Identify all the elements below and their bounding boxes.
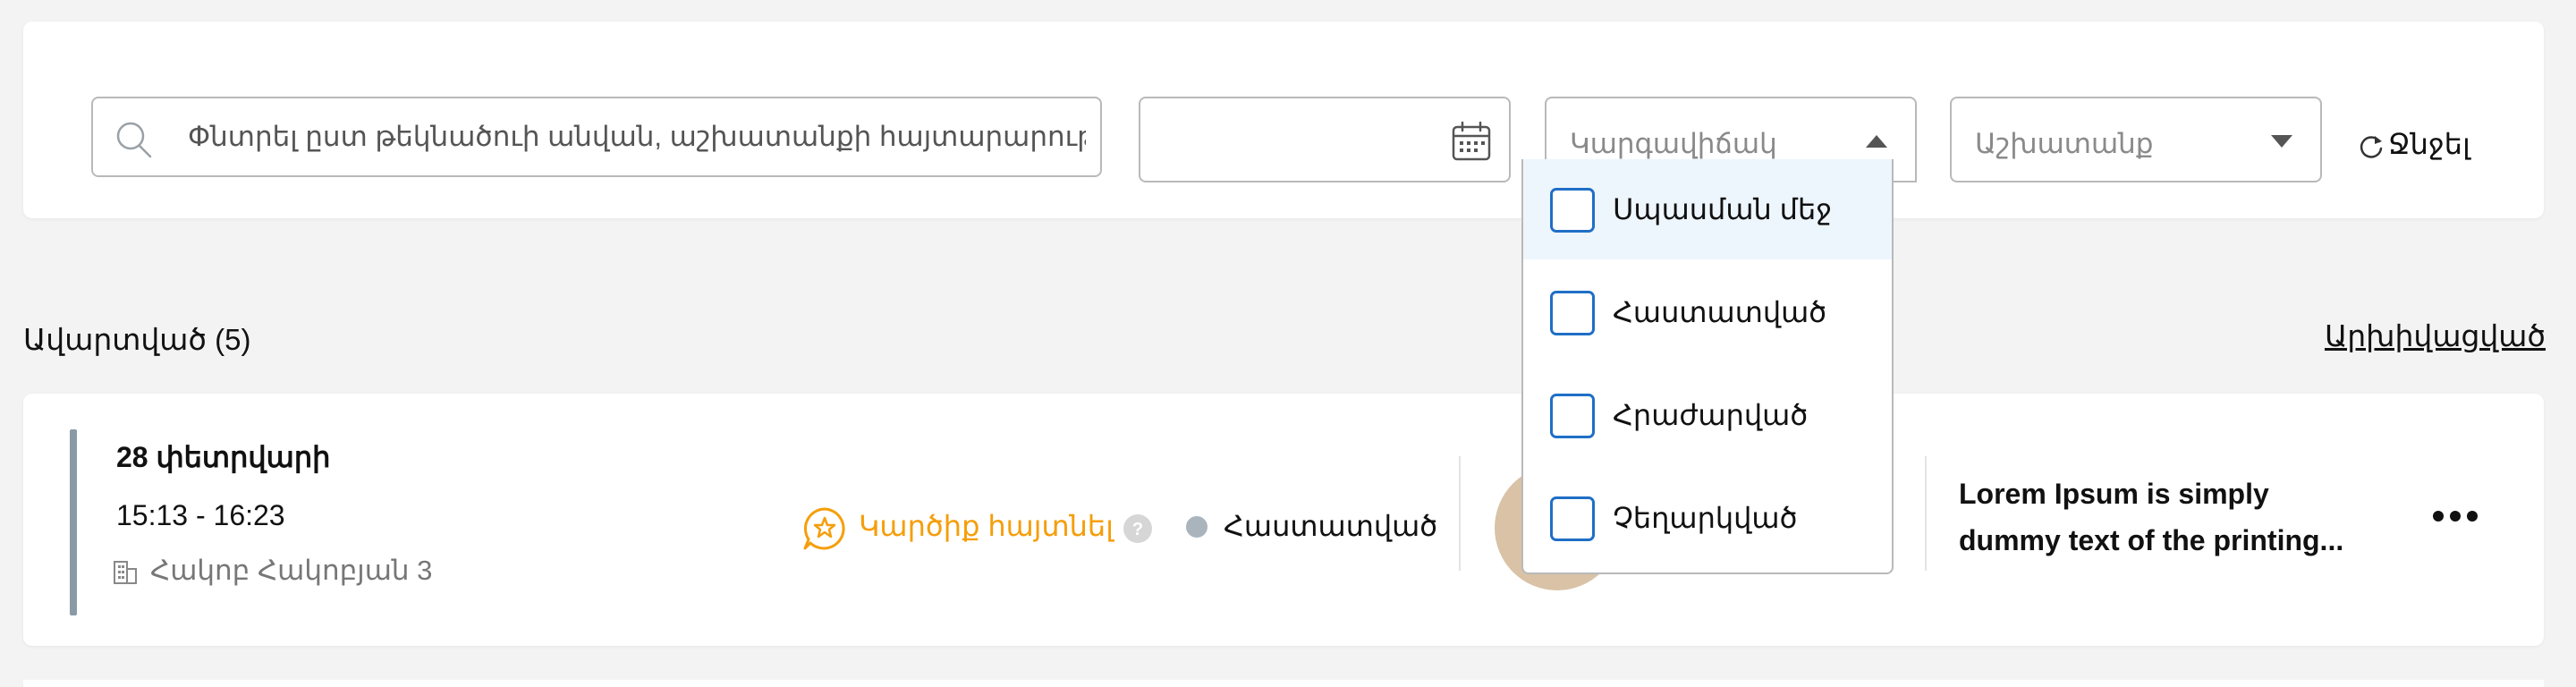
date-picker-input[interactable] — [1139, 97, 1511, 182]
help-icon[interactable]: ? — [1123, 513, 1153, 544]
interview-date: 28 փետրվարի — [116, 441, 331, 473]
job-description: Lorem Ipsum is simply dummy text of the … — [1959, 471, 2388, 564]
status-option[interactable]: Հրաժարված — [1523, 365, 1892, 465]
reset-filters-button[interactable]: Ջնջել — [2358, 122, 2470, 166]
building-icon — [114, 561, 137, 584]
status-option-checkbox[interactable] — [1550, 291, 1595, 335]
card-divider — [1459, 456, 1461, 571]
card-divider — [1925, 456, 1927, 571]
svg-text:?: ? — [1132, 520, 1143, 539]
interview-card[interactable]: 28 փետրվարի 15:13 - 16:23 Հակոբ Հակոբյան… — [23, 394, 2544, 646]
description-line: dummy text of the printing... — [1959, 524, 2344, 556]
refresh-icon — [2360, 135, 2383, 158]
status-option-checkbox[interactable] — [1550, 394, 1595, 438]
reset-label: Ջնջել — [2388, 128, 2470, 160]
more-icon[interactable] — [2431, 503, 2479, 530]
star-chat-icon — [803, 507, 845, 550]
status-option[interactable]: Չեղարկված — [1523, 468, 1892, 568]
interview-status: Հաստատված — [1186, 501, 1437, 551]
status-option-label: Հաստատված — [1613, 296, 1827, 328]
next-card — [23, 680, 2544, 687]
leave-review-button[interactable]: Կարծիք հայտնել ? — [801, 501, 1153, 551]
search-placeholder: Փնտրել ըստ թեկնածուի անվան, աշխատանքի հա… — [188, 121, 1086, 152]
status-option-label: Սպասման մեջ — [1613, 193, 1833, 225]
interview-address: Հակոբ Հակոբյան 3 — [113, 555, 432, 587]
search-icon — [116, 122, 152, 158]
address-text: Հակոբ Հակոբյան 3 — [150, 555, 433, 586]
status-option[interactable]: Հաստատված — [1523, 262, 1892, 362]
status-option-label: Հրաժարված — [1613, 399, 1809, 431]
status-option-checkbox[interactable] — [1550, 188, 1595, 233]
chevron-up-icon — [1866, 135, 1887, 148]
status-option-label: Չեղարկված — [1613, 502, 1798, 534]
search-input[interactable]: Փնտրել ըստ թեկնածուի անվան, աշխատանքի հա… — [91, 97, 1102, 177]
description-line: Lorem Ipsum is simply — [1959, 478, 2269, 510]
status-option-checkbox[interactable] — [1550, 496, 1595, 541]
status-label: Հաստատված — [1224, 510, 1438, 542]
calendar-icon[interactable] — [1450, 120, 1493, 163]
interview-time: 15:13 - 16:23 — [116, 499, 285, 531]
chevron-down-icon — [2271, 135, 2292, 148]
archived-link[interactable]: Արխիվացված — [2325, 318, 2546, 353]
review-label: Կարծիք հայտնել — [859, 510, 1114, 542]
card-accent-bar — [70, 429, 77, 615]
status-option[interactable]: Սպասման մեջ — [1523, 159, 1892, 259]
job-select-placeholder: Աշխատանք — [1975, 128, 2154, 159]
status-dropdown: Սպասման մեջ Հաստատված Հրաժարված Չեղարկվա… — [1521, 159, 1894, 574]
section-title: Ավարտված (5) — [23, 323, 251, 356]
filter-bar: Փնտրել ըստ թեկնածուի անվան, աշխատանքի հա… — [23, 21, 2544, 218]
status-dot — [1186, 515, 1208, 538]
job-select[interactable]: Աշխատանք — [1950, 97, 2322, 182]
